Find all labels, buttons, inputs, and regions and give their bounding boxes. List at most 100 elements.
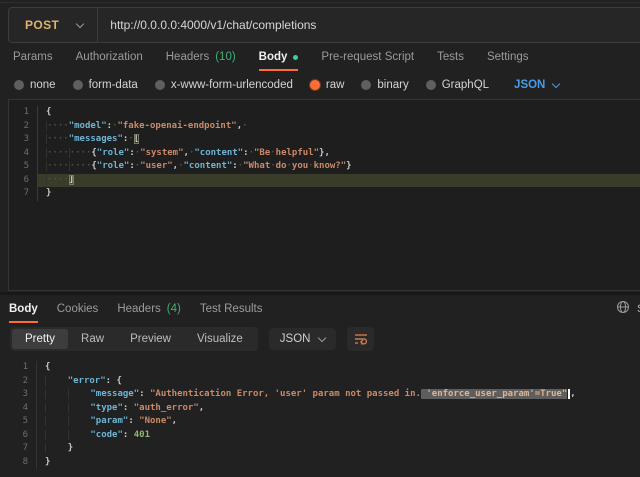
request-body-editor[interactable]: 1{2····"model":·"fake-openai-endpoint",·… [8,99,640,291]
code-token: { [116,376,121,386]
body-language-select[interactable]: JSON [514,79,559,91]
code-content[interactable]: "message": "Authentication Error, 'user'… [36,388,640,402]
tab-label: Params [13,51,53,63]
code-content[interactable]: "code": 401 [36,429,640,443]
code-line: 5 "param": "None", [8,415,640,429]
code-token: } [346,161,351,171]
code-content[interactable]: ····"model":·"fake-openai-endpoint",· [37,120,640,134]
code-content[interactable]: ········{"role":·"user",·"content":·"Wha… [37,160,640,174]
code-token: "role" [97,161,130,171]
line-number: 7 [9,187,37,201]
url-input[interactable] [98,18,640,32]
code-token: ···· [46,175,69,185]
code-token: "content" [184,161,233,171]
request-tab-body[interactable]: Body [259,44,299,71]
body-type-raw[interactable]: raw [310,79,345,91]
wrap-lines-button[interactable] [347,327,374,351]
request-url-bar: POST [8,7,640,43]
body-type-x-www-form-urlencoded[interactable]: x-www-form-urlencoded [155,79,293,91]
request-tab-params[interactable]: Params [13,44,53,71]
response-tab-cookies[interactable]: Cookies [57,295,99,323]
code-content[interactable]: } [37,187,640,201]
body-type-none[interactable]: none [14,79,56,91]
code-content[interactable]: } [36,442,640,456]
line-number: 3 [9,133,37,147]
view-mode-raw[interactable]: Raw [68,329,117,349]
tab-count-badge: (4) [167,303,181,315]
globe-icon[interactable] [616,300,630,314]
response-tab-test-results[interactable]: Test Results [200,295,263,323]
view-mode-pretty[interactable]: Pretty [12,329,68,349]
code-token: "Authentication Error, 'user' param not … [150,389,421,399]
method-selector[interactable]: POST [9,8,97,42]
response-language-select[interactable]: JSON [269,328,337,350]
request-tab-settings[interactable]: Settings [487,44,529,71]
code-line: 7} [9,187,640,201]
code-token [68,416,91,426]
code-content[interactable]: ····"messages":·[ [37,133,640,147]
response-tab-body[interactable]: Body [9,295,38,323]
code-line: 8} [8,456,640,470]
response-tab-headers[interactable]: Headers(4) [117,295,181,323]
code-token: ···· [46,121,69,131]
code-content[interactable]: { [37,106,640,120]
request-tab-headers[interactable]: Headers(10) [166,44,236,71]
code-token: , [199,403,204,413]
tab-label: Cookies [57,303,99,315]
code-token: "Be [254,148,270,158]
code-content[interactable]: "type": "auth_error", [36,402,640,416]
window-top-divider [0,2,640,3]
code-token: } [68,443,73,453]
request-tab-authorization[interactable]: Authorization [76,44,143,71]
code-line: 7 } [8,442,640,456]
response-view-mode-group: PrettyRawPreviewVisualize [10,327,258,351]
view-mode-visualize[interactable]: Visualize [184,329,256,349]
body-type-form-data[interactable]: form-data [73,79,138,91]
code-token: helpful" [276,148,319,158]
request-tab-pre-request-script[interactable]: Pre-request Script [321,44,414,71]
code-content[interactable]: ········{"role":·"system",·"content":·"B… [37,147,640,161]
code-line: 3····"messages":·[ [9,133,640,147]
radio-label: x-www-form-urlencoded [171,79,293,91]
line-number: 2 [9,120,37,134]
line-number: 5 [9,160,37,174]
code-token: "code" [90,430,123,440]
radio-icon [361,80,371,90]
code-line: 1{ [8,361,640,375]
radio-label: form-data [89,79,138,91]
code-token: ···· [46,148,69,158]
code-content[interactable]: "error": { [36,375,640,389]
response-language-label: JSON [280,333,311,345]
code-content[interactable]: ····] [37,174,640,188]
response-body-viewer[interactable]: 1{2 "error": {3 "message": "Authenticati… [8,356,640,477]
code-content[interactable]: "param": "None", [36,415,640,429]
code-token: "auth_error" [134,403,199,413]
code-token: ···· [69,148,92,158]
line-number: 2 [8,375,36,389]
code-token: }, [319,148,330,158]
request-tab-tests[interactable]: Tests [437,44,464,71]
code-token [45,443,68,453]
code-token: "system" [140,148,183,158]
code-token [45,416,68,426]
radio-label: binary [377,79,408,91]
wrap-lines-icon [354,333,368,345]
code-content[interactable]: { [36,361,640,375]
code-token: "user" [140,161,173,171]
body-type-binary[interactable]: binary [361,79,408,91]
radio-icon [14,80,24,90]
code-token: "message" [90,389,139,399]
response-toolbar: PrettyRawPreviewVisualize JSON [10,327,374,351]
code-line: 2 "error": { [8,375,640,389]
body-type-graphql[interactable]: GraphQL [426,79,489,91]
code-token: , [172,416,177,426]
tab-count-badge: (10) [215,51,235,63]
chevron-down-icon [318,334,326,342]
tab-label: Settings [487,51,529,63]
code-token: 401 [134,430,150,440]
code-token: { [45,362,50,372]
view-mode-preview[interactable]: Preview [117,329,184,349]
body-language-label: JSON [514,79,545,91]
code-token: ···· [69,161,92,171]
code-content[interactable]: } [36,456,640,470]
